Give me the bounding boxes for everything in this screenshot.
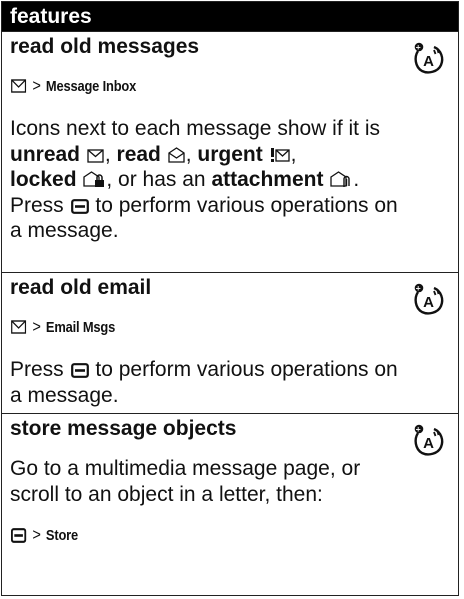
text-line: Go to a multimedia message page, or [10,457,361,480]
section-title: read old email [10,276,152,299]
text-line: Press to perform various operations on [10,357,452,383]
text-fragment: , or has an [106,168,206,191]
section-description: Icons next to each message show if it is… [10,116,452,244]
envelope-icon [11,79,27,93]
path-separator: > [32,317,41,336]
svg-text:+: + [415,425,421,433]
text-line: scroll to an object in a letter, then: [10,482,323,506]
svg-text:+: + [415,43,421,51]
section-store-message-objects: store message objects + A Go to a multim… [2,413,458,595]
attachment-message-icon [330,171,351,187]
menu-key-icon [10,527,27,543]
path-item: Message Inbox [45,77,137,95]
text-line: Press to perform various operations on [10,193,452,219]
network-feature-icon: + A [414,42,444,74]
term-read: read [116,142,161,166]
section-description: Press to perform various operations on a… [10,357,452,408]
locked-message-icon [83,171,105,187]
text-line: a message. [10,219,119,242]
text-line: Icons next to each message show if it is [10,117,381,140]
svg-text:A: A [423,53,434,70]
svg-text:A: A [423,435,434,452]
text-fragment: Press [10,193,64,217]
network-feature-icon: + A [414,424,444,456]
table-header: features [2,2,458,31]
term-urgent: urgent [197,142,263,166]
envelope-icon [11,320,27,334]
section-description: Go to a multimedia message page, or scro… [10,456,452,507]
read-message-icon [168,146,185,163]
menu-path: > Email Msgs [10,317,115,337]
text-fragment: to perform various operations on [95,358,398,381]
section-title: store message objects [10,417,237,440]
menu-path: > Message Inbox [10,76,136,96]
path-item: Store [45,526,79,544]
path-separator: > [32,76,41,95]
network-feature-icon: + A [414,283,444,315]
path-item: Email Msgs [45,318,116,336]
svg-text:A: A [423,294,434,311]
term-unread: unread [10,142,81,166]
menu-key-icon [70,198,89,214]
unread-message-icon [87,148,104,163]
text-fragment: Press [10,358,64,381]
section-read-old-email: read old email + A > Email Msgs Press to… [2,272,458,413]
term-locked: locked [10,168,77,191]
text-fragment: to perform various operations on [95,193,398,217]
urgent-message-icon [270,147,290,162]
header-title: features [10,5,92,28]
path-separator: > [32,525,41,544]
features-table: features read old messages + A > Message… [1,1,459,596]
section-title: read old messages [10,35,200,58]
menu-key-icon [70,363,89,378]
svg-text:+: + [415,284,421,292]
text-line: unread , read , urgent , [10,142,297,166]
text-line: locked , or has an attachment . [10,168,360,191]
term-attachment: attachment [211,168,324,191]
text-line: a message. [10,383,119,407]
menu-path: > Store [10,525,78,545]
section-read-old-messages: read old messages + A > Message Inbox Ic… [2,31,458,272]
